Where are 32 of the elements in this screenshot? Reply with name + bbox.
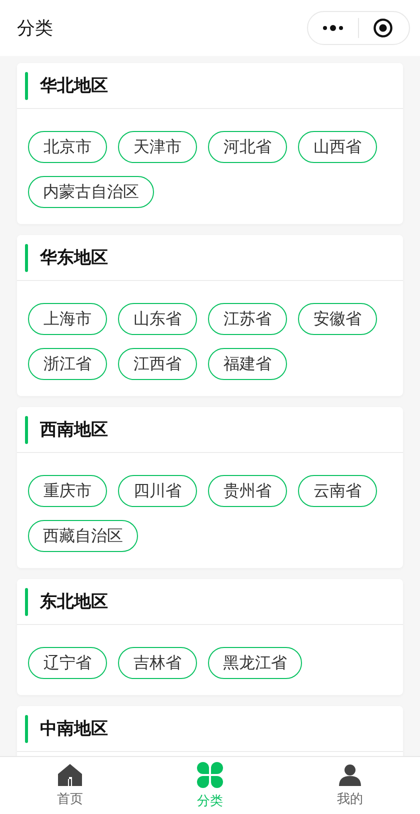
province-tag[interactable]: 黑龙江省 — [208, 647, 302, 679]
region-title: 华北地区 — [40, 75, 108, 97]
province-tag[interactable]: 辽宁省 — [28, 647, 107, 679]
region-title: 中南地区 — [40, 718, 108, 740]
province-tag[interactable]: 北京市 — [28, 131, 107, 163]
page-title: 分类 — [17, 17, 53, 40]
clover-icon — [197, 762, 223, 788]
province-tag[interactable]: 上海市 — [28, 303, 107, 335]
person-icon — [339, 764, 361, 786]
province-tag[interactable]: 安徽省 — [298, 303, 377, 335]
province-tag[interactable]: 吉林省 — [118, 647, 197, 679]
more-icon[interactable] — [322, 24, 344, 32]
house-icon — [58, 764, 82, 786]
region-title: 华东地区 — [40, 247, 108, 269]
tab-item[interactable]: 我的 — [280, 757, 420, 814]
province-tag[interactable]: 河北省 — [208, 131, 287, 163]
province-tag[interactable]: 山东省 — [118, 303, 197, 335]
province-tag[interactable]: 天津市 — [118, 131, 197, 163]
tab-item[interactable]: 首页 — [0, 757, 140, 814]
province-tag[interactable]: 重庆市 — [28, 475, 107, 507]
province-tag[interactable]: 内蒙古自治区 — [28, 176, 154, 208]
region-title: 西南地区 — [40, 419, 108, 441]
province-tag[interactable]: 四川省 — [118, 475, 197, 507]
province-tag[interactable]: 云南省 — [298, 475, 377, 507]
province-tag[interactable]: 西藏自治区 — [28, 520, 138, 552]
province-tag[interactable]: 江西省 — [118, 348, 197, 380]
province-tag[interactable]: 福建省 — [208, 348, 287, 380]
province-tag[interactable]: 贵州省 — [208, 475, 287, 507]
province-tag[interactable]: 江苏省 — [208, 303, 287, 335]
region-title: 东北地区 — [40, 591, 108, 613]
province-tag[interactable]: 山西省 — [298, 131, 377, 163]
province-tag[interactable]: 浙江省 — [28, 348, 107, 380]
